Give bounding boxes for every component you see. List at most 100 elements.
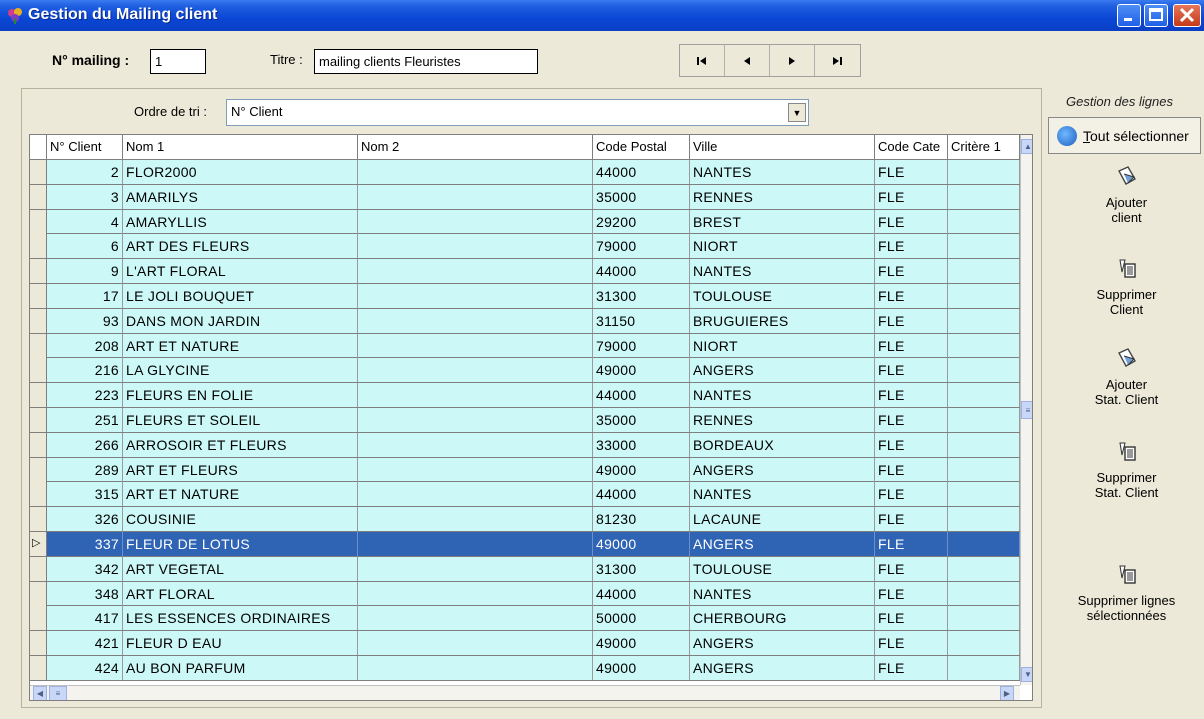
cell-code-cate[interactable]: FLE — [875, 507, 948, 532]
cell-critere1[interactable] — [948, 655, 1020, 680]
cell-num-client[interactable]: 216 — [47, 358, 123, 383]
cell-critere1[interactable] — [948, 333, 1020, 358]
cell-code-cate[interactable]: FLE — [875, 655, 948, 680]
cell-ville[interactable]: ANGERS — [690, 655, 875, 680]
header-nom1[interactable]: Nom 1 — [123, 135, 358, 160]
row-indicator[interactable] — [30, 184, 47, 209]
row-indicator[interactable] — [30, 160, 47, 184]
cell-code-postal[interactable]: 49000 — [593, 358, 690, 383]
header-nom2[interactable]: Nom 2 — [358, 135, 593, 160]
cell-code-postal[interactable]: 33000 — [593, 432, 690, 457]
cell-ville[interactable]: ANGERS — [690, 457, 875, 482]
table-row[interactable]: 216 LA GLYCINE 49000 ANGERS FLE — [30, 358, 1020, 384]
cell-num-client[interactable]: 326 — [47, 507, 123, 532]
cell-nom2[interactable] — [358, 655, 593, 680]
row-indicator[interactable] — [30, 655, 47, 680]
table-row[interactable]: 424 AU BON PARFUM 49000 ANGERS FLE — [30, 655, 1020, 681]
cell-code-postal[interactable]: 44000 — [593, 482, 690, 507]
cell-ville[interactable]: LACAUNE — [690, 507, 875, 532]
cell-nom1[interactable]: LES ESSENCES ORDINAIRES — [123, 606, 358, 631]
cell-nom2[interactable] — [358, 407, 593, 432]
cell-nom2[interactable] — [358, 209, 593, 234]
maximize-button[interactable] — [1144, 4, 1168, 27]
cell-nom2[interactable] — [358, 432, 593, 457]
cell-nom1[interactable]: FLEUR D EAU — [123, 631, 358, 656]
cell-critere1[interactable] — [948, 407, 1020, 432]
cell-ville[interactable]: BORDEAUX — [690, 432, 875, 457]
cell-code-cate[interactable]: FLE — [875, 556, 948, 581]
vertical-scrollbar[interactable]: ▲ ≡ ▼ — [1020, 135, 1032, 685]
cell-nom2[interactable] — [358, 184, 593, 209]
delete-client-button[interactable]: Supprimer Client — [1049, 257, 1204, 317]
cell-nom2[interactable] — [358, 283, 593, 308]
cell-critere1[interactable] — [948, 581, 1020, 606]
chevron-down-icon[interactable]: ▼ — [788, 103, 806, 122]
row-indicator[interactable] — [30, 234, 47, 259]
cell-ville[interactable]: NANTES — [690, 581, 875, 606]
cell-num-client[interactable]: 421 — [47, 631, 123, 656]
cell-critere1[interactable] — [948, 432, 1020, 457]
cell-code-cate[interactable]: FLE — [875, 631, 948, 656]
cell-code-postal[interactable]: 49000 — [593, 457, 690, 482]
cell-nom1[interactable]: FLOR2000 — [123, 160, 358, 184]
cell-critere1[interactable] — [948, 383, 1020, 408]
row-indicator[interactable] — [30, 631, 47, 656]
table-row[interactable]: 421 FLEUR D EAU 49000 ANGERS FLE — [30, 631, 1020, 656]
cell-ville[interactable]: NIORT — [690, 333, 875, 358]
header-code-postal[interactable]: Code Postal — [593, 135, 690, 160]
cell-ville[interactable]: RENNES — [690, 184, 875, 209]
table-row[interactable]: 251 FLEURS ET SOLEIL 35000 RENNES FLE — [30, 407, 1020, 433]
sort-select[interactable]: N° Client ▼ — [226, 99, 809, 126]
scroll-left-icon[interactable]: ◀ — [33, 686, 47, 700]
cell-critere1[interactable] — [948, 234, 1020, 259]
cell-ville[interactable]: ANGERS — [690, 358, 875, 383]
cell-num-client[interactable]: 3 — [47, 184, 123, 209]
table-row[interactable]: 17 LE JOLI BOUQUET 31300 TOULOUSE FLE — [30, 283, 1020, 309]
cell-num-client[interactable]: 348 — [47, 581, 123, 606]
header-critere1[interactable]: Critère 1 — [948, 135, 1020, 160]
cell-code-cate[interactable]: FLE — [875, 482, 948, 507]
cell-critere1[interactable] — [948, 457, 1020, 482]
cell-nom2[interactable] — [358, 308, 593, 333]
cell-ville[interactable]: CHERBOURG — [690, 606, 875, 631]
cell-nom2[interactable] — [358, 358, 593, 383]
cell-nom1[interactable]: AMARILYS — [123, 184, 358, 209]
delete-stat-client-button[interactable]: Supprimer Stat. Client — [1049, 440, 1204, 500]
cell-num-client[interactable]: 17 — [47, 283, 123, 308]
cell-code-cate[interactable]: FLE — [875, 581, 948, 606]
cell-ville[interactable]: BRUGUIERES — [690, 308, 875, 333]
row-indicator[interactable] — [30, 482, 47, 507]
row-indicator[interactable] — [30, 432, 47, 457]
table-row[interactable]: 9 L'ART FLORAL 44000 NANTES FLE — [30, 259, 1020, 284]
cell-nom2[interactable] — [358, 581, 593, 606]
cell-critere1[interactable] — [948, 507, 1020, 532]
cell-critere1[interactable] — [948, 184, 1020, 209]
cell-nom1[interactable]: LA GLYCINE — [123, 358, 358, 383]
cell-num-client[interactable]: 208 — [47, 333, 123, 358]
scroll-right-icon[interactable]: ▶ — [1000, 686, 1014, 700]
row-indicator[interactable] — [30, 407, 47, 432]
header-num-client[interactable]: N° Client — [47, 135, 123, 160]
cell-code-postal[interactable]: 49000 — [593, 531, 690, 556]
cell-num-client[interactable]: 315 — [47, 482, 123, 507]
cell-nom1[interactable]: DANS MON JARDIN — [123, 308, 358, 333]
cell-nom2[interactable] — [358, 160, 593, 184]
scroll-down-icon[interactable]: ▼ — [1021, 667, 1032, 682]
table-row[interactable]: 417 LES ESSENCES ORDINAIRES 50000 CHERBOURG… — [30, 606, 1020, 632]
cell-code-cate[interactable]: FLE — [875, 259, 948, 284]
cell-code-cate[interactable]: FLE — [875, 457, 948, 482]
table-row[interactable]: 93 DANS MON JARDIN 31150 BRUGUIERES FLE — [30, 308, 1020, 334]
cell-nom2[interactable] — [358, 556, 593, 581]
cell-code-postal[interactable]: 79000 — [593, 333, 690, 358]
scroll-up-icon[interactable]: ▲ — [1021, 139, 1032, 154]
cell-code-cate[interactable]: FLE — [875, 160, 948, 184]
cell-nom1[interactable]: ART ET FLEURS — [123, 457, 358, 482]
cell-nom1[interactable]: FLEURS EN FOLIE — [123, 383, 358, 408]
cell-code-cate[interactable]: FLE — [875, 383, 948, 408]
cell-num-client[interactable]: 9 — [47, 259, 123, 284]
cell-code-cate[interactable]: FLE — [875, 333, 948, 358]
cell-nom1[interactable]: ART ET NATURE — [123, 333, 358, 358]
cell-num-client[interactable]: 337 — [47, 531, 123, 556]
row-indicator[interactable] — [30, 259, 47, 284]
cell-nom2[interactable] — [358, 507, 593, 532]
